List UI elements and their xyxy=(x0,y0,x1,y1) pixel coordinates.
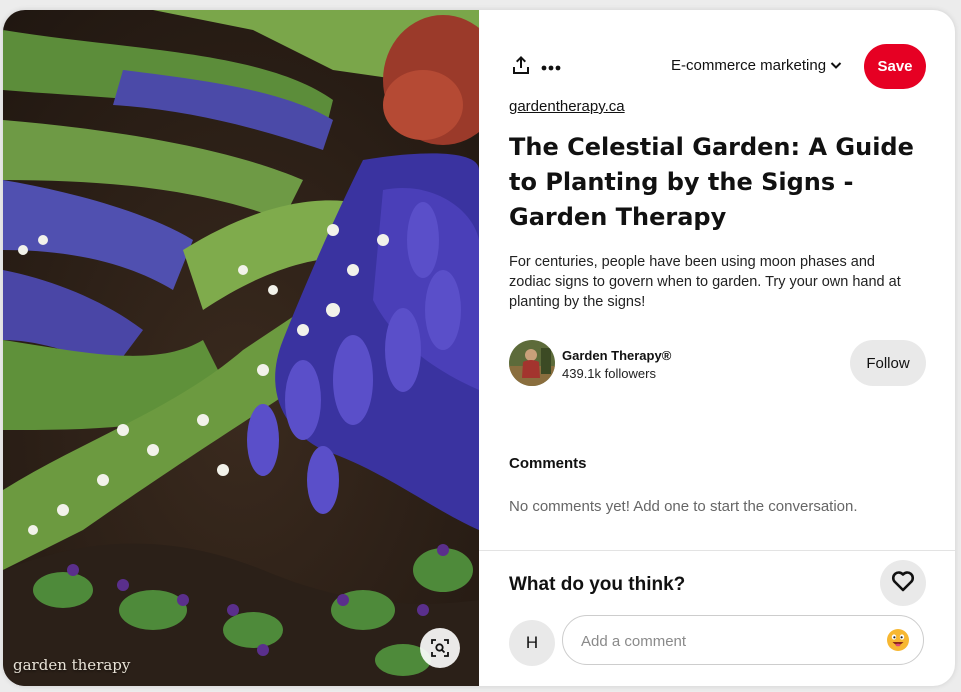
creator-followers: 439.1k followers xyxy=(562,366,656,381)
pin-details: E-commerce marketing Save gardentherapy.… xyxy=(479,10,955,686)
chevron-down-icon xyxy=(830,57,842,74)
image-watermark: garden therapy xyxy=(13,656,131,674)
source-link[interactable]: gardentherapy.ca xyxy=(509,98,625,115)
pin-description: For centuries, people have been using mo… xyxy=(509,254,901,310)
pin-title: The Celestial Garden: A Guide to Plantin… xyxy=(509,133,914,231)
visual-search-button[interactable] xyxy=(420,628,460,668)
comment-input[interactable] xyxy=(579,629,873,653)
pin-card: garden therapy E-commerce marketing Save… xyxy=(3,10,955,686)
follow-button[interactable]: Follow xyxy=(850,340,926,386)
react-button[interactable] xyxy=(880,560,926,606)
creator-row: Garden Therapy® 439.1k followers Follow xyxy=(509,340,929,386)
user-avatar[interactable]: H xyxy=(509,620,555,666)
more-options-button[interactable] xyxy=(535,51,567,83)
divider xyxy=(479,550,955,551)
comments-heading: Comments xyxy=(509,455,587,472)
board-name: E-commerce marketing xyxy=(671,57,827,74)
board-selector[interactable]: E-commerce marketing xyxy=(671,57,842,74)
pin-image[interactable]: garden therapy xyxy=(3,10,479,686)
garden-photo xyxy=(3,10,479,686)
heart-icon xyxy=(891,570,915,597)
share-button[interactable] xyxy=(505,51,537,83)
share-icon xyxy=(511,55,531,80)
emoji-icon[interactable] xyxy=(886,628,910,652)
avatar[interactable] xyxy=(509,340,555,386)
more-options-icon xyxy=(541,58,561,76)
comment-prompt: What do you think? xyxy=(509,574,686,595)
save-button[interactable]: Save xyxy=(864,44,926,89)
no-comments-text: No comments yet! Add one to start the co… xyxy=(509,498,858,515)
pin-toolbar: E-commerce marketing Save xyxy=(505,44,926,90)
comment-box xyxy=(562,615,924,665)
visual-search-icon xyxy=(431,639,449,657)
creator-name[interactable]: Garden Therapy® xyxy=(562,348,671,363)
